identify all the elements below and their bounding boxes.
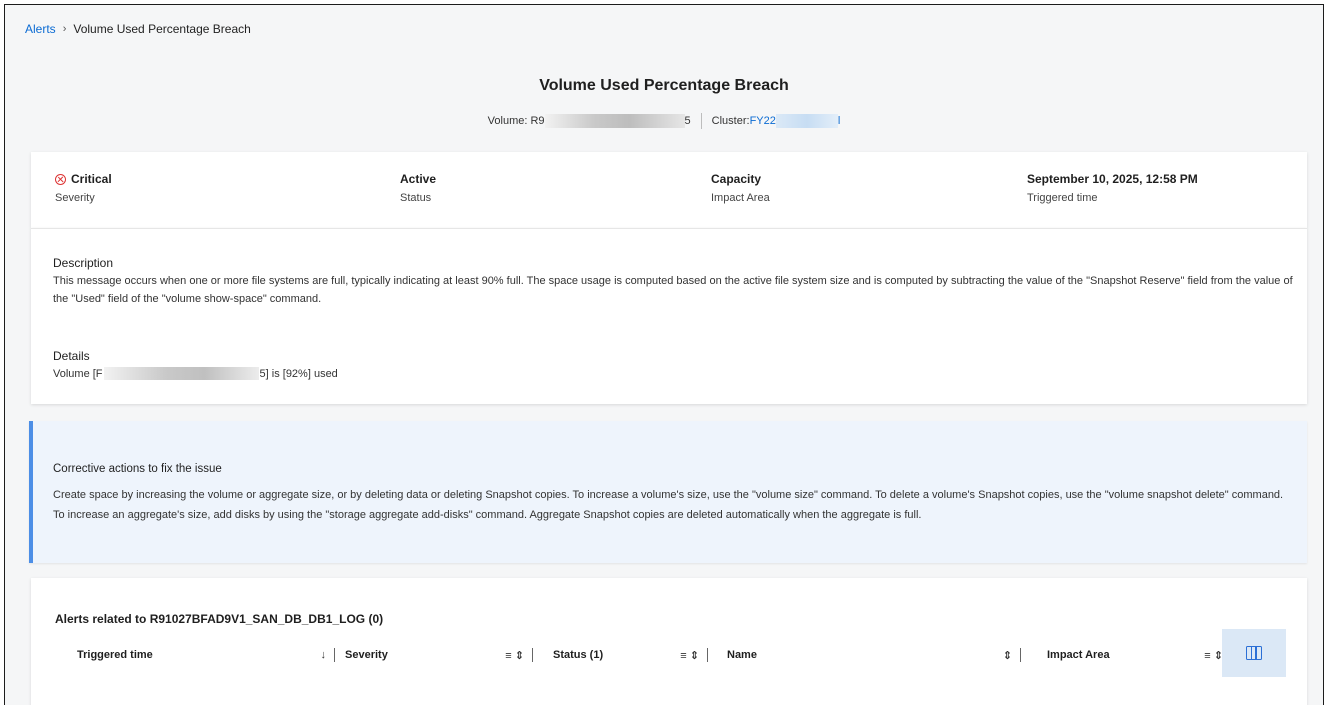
- column-name[interactable]: Name ⇕: [727, 638, 1021, 672]
- subtitle-divider: [700, 113, 702, 129]
- breadcrumb-chevron-icon: ›: [62, 23, 67, 35]
- related-alerts-title: Alerts related to R91027BFAD9V1_SAN_DB_D…: [55, 612, 384, 626]
- details-suffix: 5] is [92%] used: [259, 367, 338, 380]
- breadcrumb: Alerts › Volume Used Percentage Breach: [25, 22, 251, 36]
- severity-label: Severity: [55, 192, 95, 204]
- columns-icon: [1246, 646, 1262, 660]
- column-resize-handle[interactable]: [1020, 648, 1021, 662]
- cluster-suffix[interactable]: l: [838, 115, 840, 127]
- filter-sort-icon[interactable]: ≡ ⇕: [505, 649, 524, 662]
- redacted-volume-detail: [103, 367, 259, 380]
- alert-subtitle: Volume: R9 5 Cluster: FY22 l: [5, 113, 1323, 129]
- column-resize-handle[interactable]: [532, 648, 533, 662]
- redacted-volume-name: [544, 114, 685, 128]
- triggered-time-label: Triggered time: [1027, 192, 1098, 204]
- alert-summary-card: Critical Severity Active Status Capacity…: [31, 152, 1307, 228]
- critical-x-circle-icon: [55, 173, 66, 185]
- details-text: Volume [F 5] is [92%] used: [53, 367, 1293, 380]
- volume-label: Volume: R9: [487, 115, 545, 127]
- corrective-text: Create space by increasing the volume or…: [53, 489, 1284, 521]
- column-resize-handle[interactable]: [707, 648, 708, 662]
- column-triggered-time[interactable]: Triggered time ↓: [77, 638, 335, 672]
- description-text: This message occurs when one or more fil…: [53, 275, 1293, 305]
- column-impact-area[interactable]: Impact Area ≡ ⇕: [1047, 638, 1223, 672]
- details-prefix: Volume [F: [53, 367, 103, 380]
- alert-detail-page: Alerts › Volume Used Percentage Breach V…: [4, 4, 1324, 705]
- filter-sort-icon[interactable]: ≡ ⇕: [1204, 649, 1223, 662]
- impact-label: Impact Area: [711, 192, 770, 204]
- corrective-actions-card: Corrective actions to fix the issue Crea…: [29, 421, 1307, 563]
- status-summary: Active Status: [400, 172, 436, 204]
- status-value: Active: [400, 172, 437, 186]
- volume-suffix: 5: [684, 115, 691, 127]
- severity-summary: Critical Severity: [55, 172, 112, 204]
- related-alerts-card: Alerts related to R91027BFAD9V1_SAN_DB_D…: [31, 578, 1307, 705]
- corrective-section: Corrective actions to fix the issue Crea…: [53, 463, 1293, 525]
- breadcrumb-current: Volume Used Percentage Breach: [73, 22, 251, 36]
- breadcrumb-alerts-link[interactable]: Alerts: [25, 22, 56, 36]
- triggered-time-value: September 10, 2025, 12:58 PM: [1027, 172, 1198, 186]
- impact-summary: Capacity Impact Area: [711, 172, 770, 204]
- column-status[interactable]: Status (1) ≡ ⇕: [553, 638, 708, 672]
- severity-value: Critical: [71, 172, 112, 186]
- impact-value: Capacity: [711, 172, 762, 186]
- cluster-link[interactable]: FY22: [750, 115, 776, 127]
- page-title: Volume Used Percentage Breach: [539, 77, 789, 94]
- triggered-summary: September 10, 2025, 12:58 PM Triggered t…: [1027, 172, 1198, 204]
- column-resize-handle[interactable]: [334, 648, 335, 662]
- cluster-label: Cluster:: [711, 115, 750, 127]
- status-label: Status: [400, 192, 432, 204]
- description-heading: Description: [53, 256, 114, 270]
- redacted-cluster-name: [775, 114, 838, 128]
- filter-sort-icon[interactable]: ≡ ⇕: [680, 649, 699, 662]
- details-section: Details Volume [F 5] is [92%] used: [53, 349, 1293, 380]
- description-card: Description This message occurs when one…: [31, 228, 1307, 404]
- related-alerts-table-header: Triggered time ↓ Severity ≡ ⇕ Status (1)…: [31, 638, 1307, 672]
- sort-icon[interactable]: ⇕: [1003, 649, 1012, 662]
- description-section: Description This message occurs when one…: [53, 256, 1293, 308]
- details-heading: Details: [53, 349, 90, 363]
- corrective-heading: Corrective actions to fix the issue: [53, 463, 222, 475]
- column-picker-button[interactable]: [1222, 629, 1286, 677]
- sort-desc-icon[interactable]: ↓: [321, 649, 327, 661]
- column-severity[interactable]: Severity ≡ ⇕: [345, 638, 533, 672]
